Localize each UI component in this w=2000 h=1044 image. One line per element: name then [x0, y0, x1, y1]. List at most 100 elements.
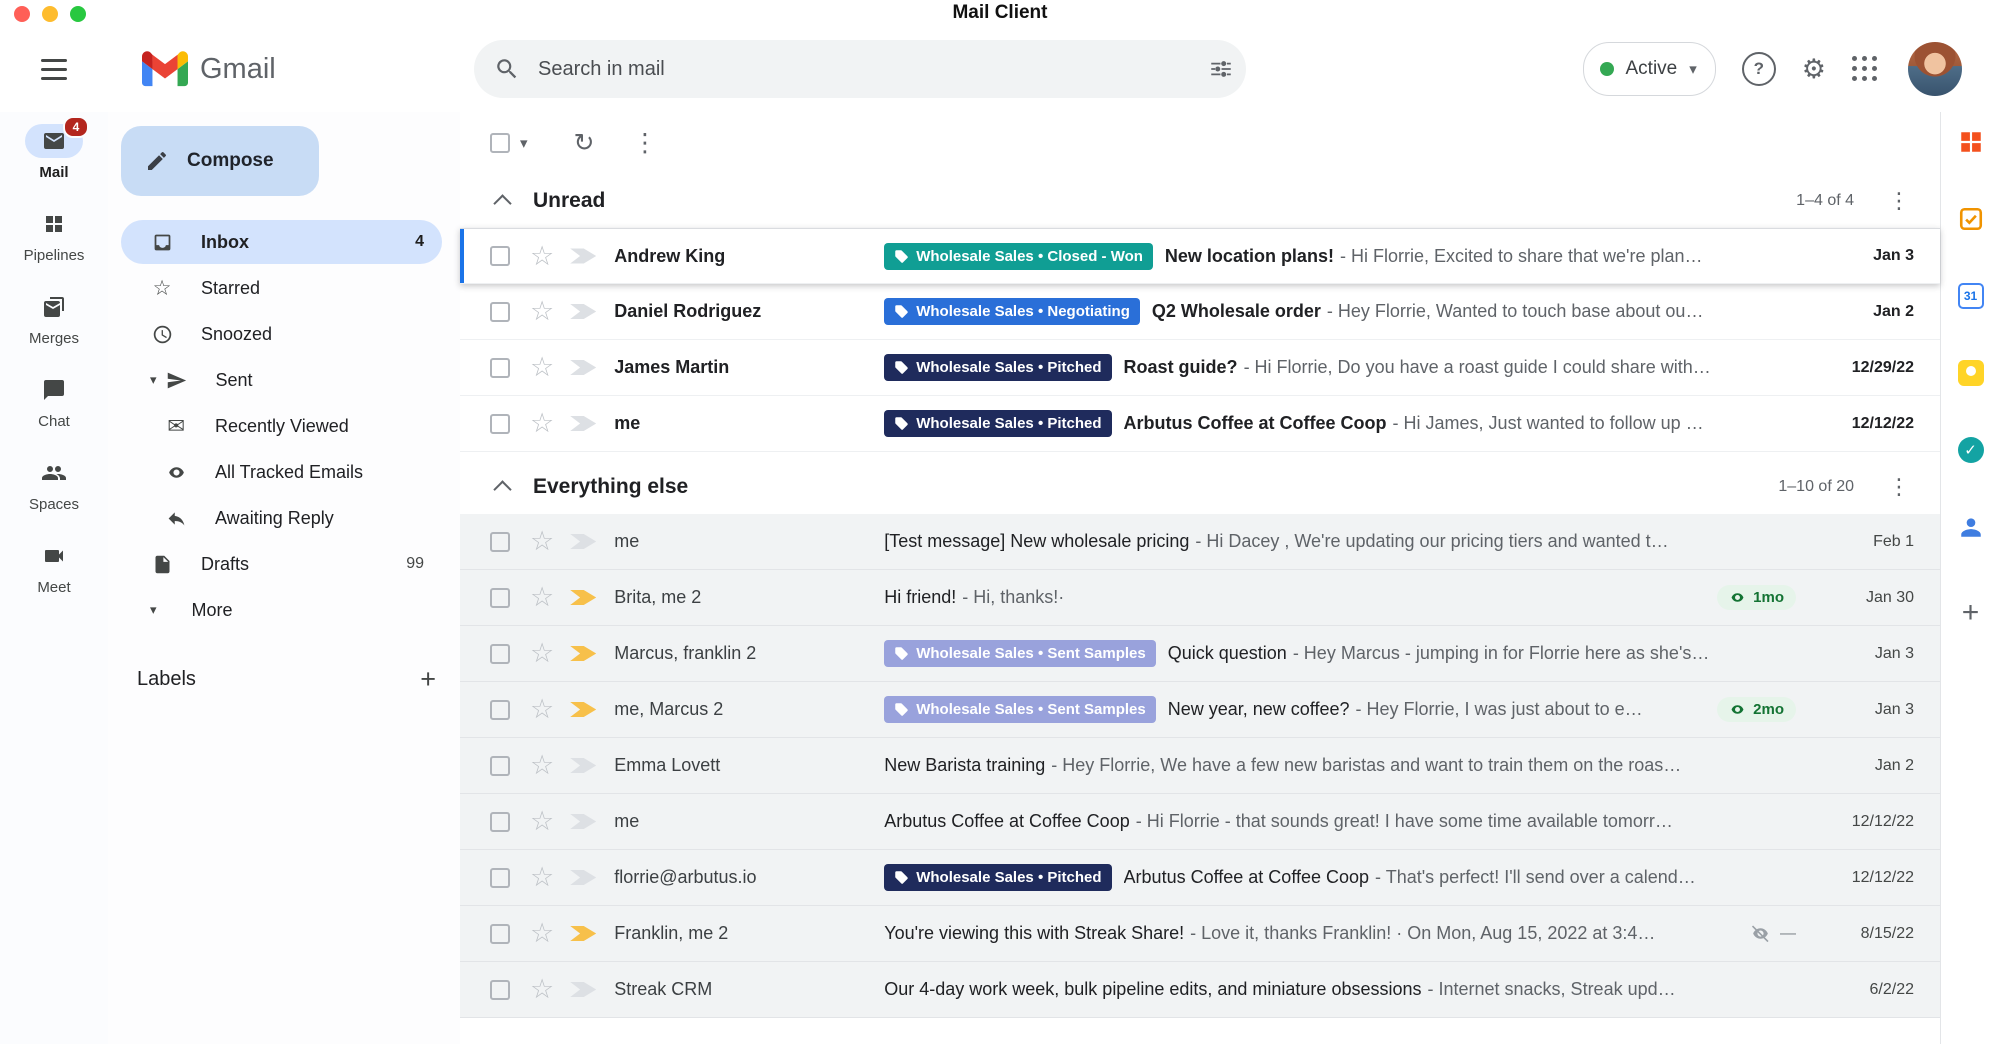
star-icon[interactable]: ☆: [530, 864, 554, 891]
main-menu-icon[interactable]: [33, 51, 75, 88]
email-row[interactable]: ☆ me Wholesale Sales • Pitched Arbutus C…: [460, 396, 1940, 452]
star-icon[interactable]: ☆: [530, 243, 554, 270]
row-checkbox[interactable]: [490, 644, 510, 664]
sidebar-item-sent[interactable]: ▾ Sent: [121, 358, 442, 402]
email-row[interactable]: ☆ Brita, me 2 Hi friend!- Hi, thanks!· 1…: [460, 570, 1940, 626]
search-bar[interactable]: [474, 40, 1246, 98]
star-icon[interactable]: ☆: [530, 410, 554, 437]
sidebar-item-starred[interactable]: ☆ Starred: [121, 266, 442, 310]
star-icon[interactable]: ☆: [530, 752, 554, 779]
row-checkbox[interactable]: [490, 302, 510, 322]
importance-marker-icon[interactable]: [570, 589, 596, 607]
section-more-icon[interactable]: ⋮: [1888, 474, 1910, 500]
list-toolbar: ▾ ↻ ⋮: [460, 112, 1940, 174]
collapse-chevron-icon[interactable]: [493, 480, 511, 498]
star-icon[interactable]: ☆: [530, 808, 554, 835]
email-row[interactable]: ☆ Daniel Rodriguez Wholesale Sales • Neg…: [460, 284, 1940, 340]
minimize-window-button[interactable]: [42, 6, 58, 22]
sidebar-item-snoozed[interactable]: Snoozed: [121, 312, 442, 356]
star-icon[interactable]: ☆: [530, 584, 554, 611]
row-checkbox[interactable]: [490, 756, 510, 776]
importance-marker-icon[interactable]: [570, 303, 596, 321]
rail-item-pipelines[interactable]: Pipelines: [0, 207, 108, 264]
star-icon[interactable]: ☆: [530, 354, 554, 381]
email-row[interactable]: ☆ Andrew King Wholesale Sales • Closed -…: [460, 228, 1940, 284]
email-row[interactable]: ☆ Franklin, me 2 You're viewing this wit…: [460, 906, 1940, 962]
row-checkbox[interactable]: [490, 358, 510, 378]
rail-item-chat[interactable]: Chat: [0, 373, 108, 430]
chevron-down-icon: ▾: [150, 602, 157, 618]
help-icon[interactable]: ?: [1742, 52, 1776, 86]
status-selector[interactable]: Active ▾: [1583, 42, 1716, 96]
rail-item-mail[interactable]: 4 Mail: [0, 124, 108, 181]
row-checkbox[interactable]: [490, 532, 510, 552]
settings-gear-icon[interactable]: ⚙: [1802, 54, 1826, 85]
star-icon[interactable]: ☆: [530, 920, 554, 947]
star-icon[interactable]: ☆: [530, 976, 554, 1003]
row-checkbox[interactable]: [490, 980, 510, 1000]
tasks-icon[interactable]: ✓: [1957, 436, 1985, 464]
row-checkbox[interactable]: [490, 812, 510, 832]
sidebar-item-drafts[interactable]: Drafts 99: [121, 542, 442, 586]
sidebar-item-awaiting-reply[interactable]: Awaiting Reply: [121, 496, 442, 540]
search-options-icon[interactable]: [1208, 56, 1234, 82]
sidebar-item-more[interactable]: ▾ More: [121, 588, 442, 632]
importance-marker-icon[interactable]: [570, 645, 596, 663]
star-icon[interactable]: ☆: [530, 696, 554, 723]
importance-marker-icon[interactable]: [570, 701, 596, 719]
select-dropdown-icon[interactable]: ▾: [520, 136, 528, 151]
close-window-button[interactable]: [14, 6, 30, 22]
google-apps-icon[interactable]: [1852, 56, 1878, 82]
importance-marker-icon[interactable]: [570, 981, 596, 999]
avatar[interactable]: [1908, 42, 1962, 96]
star-icon[interactable]: ☆: [530, 528, 554, 555]
row-checkbox[interactable]: [490, 588, 510, 608]
collapse-chevron-icon[interactable]: [493, 194, 511, 212]
streak-boxes-icon[interactable]: [1957, 128, 1985, 156]
importance-marker-icon[interactable]: [570, 359, 596, 377]
section-more-icon[interactable]: ⋮: [1888, 188, 1910, 214]
sidebar-item-recently-viewed[interactable]: ✉ Recently Viewed: [121, 404, 442, 448]
calendar-icon[interactable]: 31: [1957, 282, 1985, 310]
row-checkbox[interactable]: [490, 246, 510, 266]
importance-marker-icon[interactable]: [570, 813, 596, 831]
rail-item-meet[interactable]: Meet: [0, 539, 108, 596]
email-row[interactable]: ☆ me [Test message] New wholesale pricin…: [460, 514, 1940, 570]
importance-marker-icon[interactable]: [570, 869, 596, 887]
sidebar-item-inbox[interactable]: Inbox 4: [121, 220, 442, 264]
email-row[interactable]: ☆ Emma Lovett New Barista training- Hey …: [460, 738, 1940, 794]
importance-marker-icon[interactable]: [570, 925, 596, 943]
email-row[interactable]: ☆ James Martin Wholesale Sales • Pitched…: [460, 340, 1940, 396]
collapse-caret-icon[interactable]: ▾: [150, 372, 157, 388]
importance-marker-icon[interactable]: [570, 757, 596, 775]
email-row[interactable]: ☆ me, Marcus 2 Wholesale Sales • Sent Sa…: [460, 682, 1940, 738]
star-icon[interactable]: ☆: [530, 640, 554, 667]
keep-icon[interactable]: [1957, 359, 1985, 387]
star-icon[interactable]: ☆: [530, 298, 554, 325]
importance-marker-icon[interactable]: [570, 533, 596, 551]
rail-item-merges[interactable]: Merges: [0, 290, 108, 347]
importance-marker-icon[interactable]: [570, 247, 596, 265]
email-row[interactable]: ☆ Streak CRM Our 4-day work week, bulk p…: [460, 962, 1940, 1018]
search-input[interactable]: [536, 57, 1208, 82]
rail-item-spaces[interactable]: Spaces: [0, 456, 108, 513]
section-title: Unread: [533, 189, 605, 213]
row-checkbox[interactable]: [490, 924, 510, 944]
importance-marker-icon[interactable]: [570, 415, 596, 433]
row-checkbox[interactable]: [490, 700, 510, 720]
add-label-button[interactable]: +: [420, 666, 436, 693]
row-checkbox[interactable]: [490, 414, 510, 434]
streak-tasks-icon[interactable]: [1957, 205, 1985, 233]
get-addons-icon[interactable]: +: [1962, 598, 1980, 628]
refresh-icon[interactable]: ↻: [560, 128, 609, 158]
more-options-icon[interactable]: ⋮: [618, 128, 671, 158]
email-row[interactable]: ☆ Marcus, franklin 2 Wholesale Sales • S…: [460, 626, 1940, 682]
compose-button[interactable]: Compose: [121, 126, 319, 196]
sidebar-item-all-tracked-emails[interactable]: All Tracked Emails: [121, 450, 442, 494]
row-checkbox[interactable]: [490, 868, 510, 888]
email-row[interactable]: ☆ me Arbutus Coffee at Coffee Coop- Hi F…: [460, 794, 1940, 850]
email-row[interactable]: ☆ florrie@arbutus.io Wholesale Sales • P…: [460, 850, 1940, 906]
maximize-window-button[interactable]: [70, 6, 86, 22]
contacts-icon[interactable]: [1957, 513, 1985, 541]
select-all-checkbox[interactable]: [490, 133, 510, 153]
